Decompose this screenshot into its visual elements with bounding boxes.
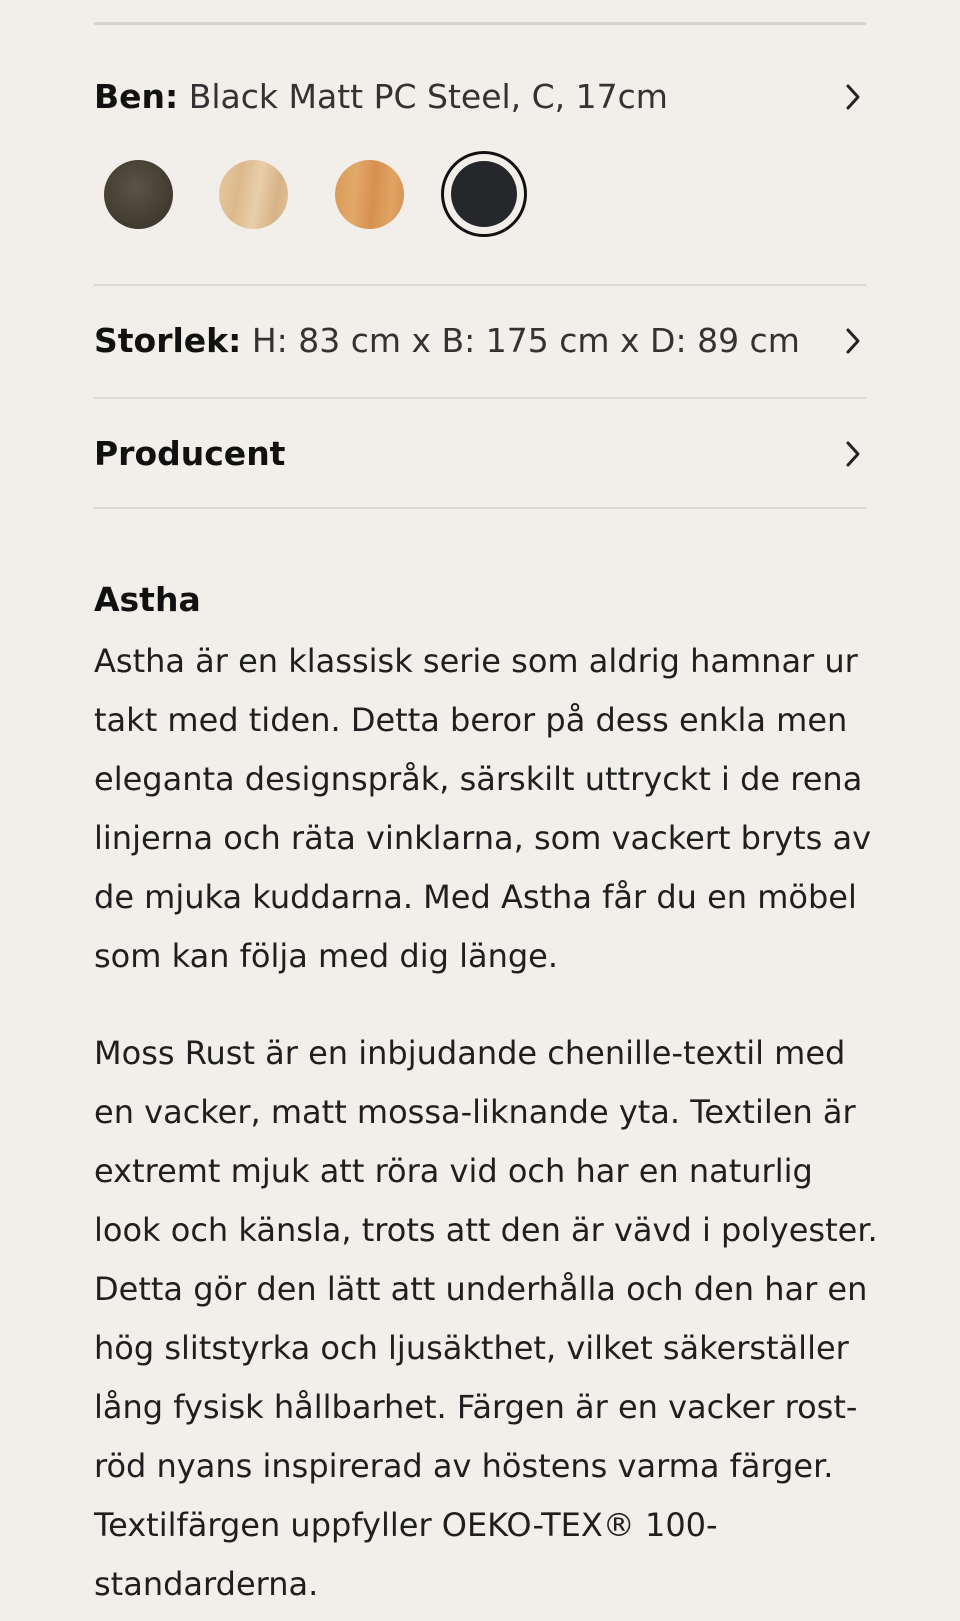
size-option-row[interactable]: Storlek: H: 83 cm x B: 175 cm x D: 89 cm <box>94 321 866 361</box>
legs-value: Black Matt PC Steel, C, 17cm <box>188 77 668 116</box>
producer-option-row[interactable]: Producent <box>94 434 866 474</box>
chevron-right-icon[interactable] <box>840 77 866 117</box>
description-paragraph: Moss Rust är en inbjudande chenille-text… <box>94 1034 878 1603</box>
divider <box>94 507 866 509</box>
swatch-black-matt-color <box>451 161 517 227</box>
swatch-light-oak-color <box>218 159 288 229</box>
divider <box>94 397 866 399</box>
chevron-right-icon[interactable] <box>840 434 866 474</box>
description-title: Astha <box>94 580 201 619</box>
producer-label: Producent <box>94 434 286 473</box>
description-paragraph: Astha är en klassisk serie som aldrig ha… <box>94 642 872 975</box>
swatch-dark-bronze-color <box>103 159 173 229</box>
swatch-dark-bronze[interactable] <box>95 151 181 237</box>
swatch-golden-oak[interactable] <box>326 151 412 237</box>
chevron-right-icon[interactable] <box>840 321 866 361</box>
swatch-golden-oak-color <box>334 159 404 229</box>
legs-option-text: Ben: Black Matt PC Steel, C, 17cm <box>94 77 668 117</box>
size-option-text: Storlek: H: 83 cm x B: 175 cm x D: 89 cm <box>94 321 800 361</box>
producer-option-text: Producent <box>94 434 285 474</box>
legs-label: Ben: <box>94 77 179 116</box>
legs-option-row[interactable]: Ben: Black Matt PC Steel, C, 17cm <box>94 77 866 117</box>
divider <box>94 284 866 286</box>
swatch-black-matt-selected[interactable] <box>441 151 527 237</box>
size-label: Storlek: <box>94 321 242 360</box>
top-divider <box>94 22 866 25</box>
size-value: H: 83 cm x B: 175 cm x D: 89 cm <box>251 321 800 360</box>
swatch-light-oak[interactable] <box>210 151 296 237</box>
